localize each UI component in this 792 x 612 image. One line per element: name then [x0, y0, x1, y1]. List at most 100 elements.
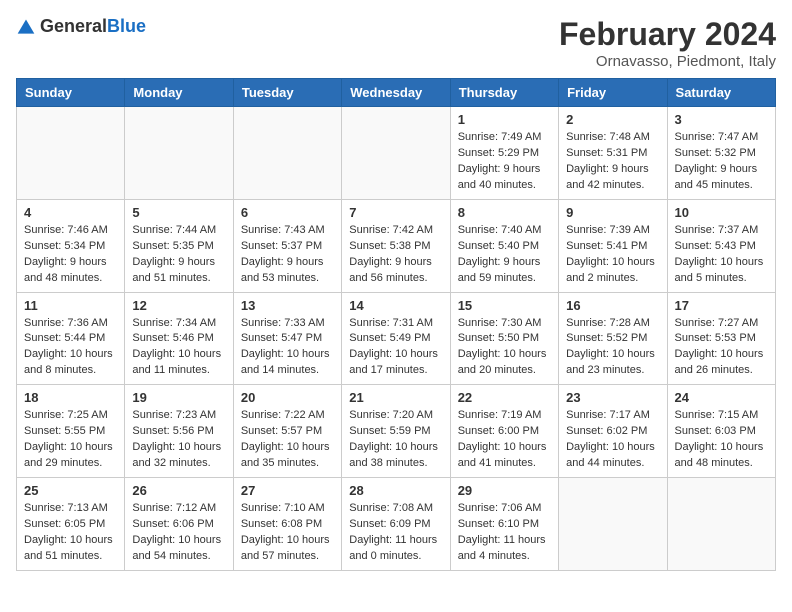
day-info: Sunrise: 7:47 AMSunset: 5:32 PMDaylight:… — [675, 130, 768, 194]
day-number: 16 — [566, 298, 659, 313]
logo-icon — [16, 17, 36, 37]
day-number: 12 — [132, 298, 225, 313]
calendar-cell: 20 Sunrise: 7:22 AMSunset: 5:57 PMDayligh… — [233, 385, 341, 478]
day-number: 14 — [349, 298, 442, 313]
calendar-cell: 21 Sunrise: 7:20 AMSunset: 5:59 PMDayligh… — [342, 385, 450, 478]
calendar-cell: 18 Sunrise: 7:25 AMSunset: 5:55 PMDayligh… — [17, 385, 125, 478]
day-info: Sunrise: 7:40 AMSunset: 5:40 PMDaylight:… — [458, 223, 551, 287]
day-info: Sunrise: 7:25 AMSunset: 5:55 PMDaylight:… — [24, 408, 117, 472]
calendar-cell — [17, 107, 125, 200]
day-number: 6 — [241, 205, 334, 220]
day-number: 22 — [458, 390, 551, 405]
calendar-cell — [233, 107, 341, 200]
day-info: Sunrise: 7:39 AMSunset: 5:41 PMDaylight:… — [566, 223, 659, 287]
day-info: Sunrise: 7:20 AMSunset: 5:59 PMDaylight:… — [349, 408, 442, 472]
calendar-cell: 22 Sunrise: 7:19 AMSunset: 6:00 PMDayligh… — [450, 385, 558, 478]
day-info: Sunrise: 7:22 AMSunset: 5:57 PMDaylight:… — [241, 408, 334, 472]
calendar-cell: 9 Sunrise: 7:39 AMSunset: 5:41 PMDaylight… — [559, 199, 667, 292]
day-info: Sunrise: 7:42 AMSunset: 5:38 PMDaylight:… — [349, 223, 442, 287]
day-info: Sunrise: 7:49 AMSunset: 5:29 PMDaylight:… — [458, 130, 551, 194]
weekday-header: Wednesday — [342, 79, 450, 107]
weekday-header-row: SundayMondayTuesdayWednesdayThursdayFrid… — [17, 79, 776, 107]
calendar-cell: 28 Sunrise: 7:08 AMSunset: 6:09 PMDayligh… — [342, 478, 450, 571]
day-number: 18 — [24, 390, 117, 405]
day-info: Sunrise: 7:34 AMSunset: 5:46 PMDaylight:… — [132, 316, 225, 380]
day-number: 3 — [675, 112, 768, 127]
calendar-cell: 24 Sunrise: 7:15 AMSunset: 6:03 PMDayligh… — [667, 385, 775, 478]
weekday-header: Friday — [559, 79, 667, 107]
calendar-week-row: 4 Sunrise: 7:46 AMSunset: 5:34 PMDaylight… — [17, 199, 776, 292]
day-number: 1 — [458, 112, 551, 127]
day-info: Sunrise: 7:48 AMSunset: 5:31 PMDaylight:… — [566, 130, 659, 194]
calendar-week-row: 18 Sunrise: 7:25 AMSunset: 5:55 PMDayligh… — [17, 385, 776, 478]
day-info: Sunrise: 7:27 AMSunset: 5:53 PMDaylight:… — [675, 316, 768, 380]
calendar-cell: 6 Sunrise: 7:43 AMSunset: 5:37 PMDaylight… — [233, 199, 341, 292]
day-info: Sunrise: 7:46 AMSunset: 5:34 PMDaylight:… — [24, 223, 117, 287]
calendar-cell: 7 Sunrise: 7:42 AMSunset: 5:38 PMDaylight… — [342, 199, 450, 292]
day-info: Sunrise: 7:28 AMSunset: 5:52 PMDaylight:… — [566, 316, 659, 380]
location: Ornavasso, Piedmont, Italy — [559, 53, 776, 70]
calendar-cell — [125, 107, 233, 200]
calendar-cell: 15 Sunrise: 7:30 AMSunset: 5:50 PMDayligh… — [450, 292, 558, 385]
day-info: Sunrise: 7:19 AMSunset: 6:00 PMDaylight:… — [458, 408, 551, 472]
day-info: Sunrise: 7:44 AMSunset: 5:35 PMDaylight:… — [132, 223, 225, 287]
day-number: 20 — [241, 390, 334, 405]
day-number: 25 — [24, 483, 117, 498]
day-info: Sunrise: 7:37 AMSunset: 5:43 PMDaylight:… — [675, 223, 768, 287]
day-number: 27 — [241, 483, 334, 498]
day-number: 11 — [24, 298, 117, 313]
day-number: 26 — [132, 483, 225, 498]
day-number: 8 — [458, 205, 551, 220]
day-number: 17 — [675, 298, 768, 313]
calendar-cell — [667, 478, 775, 571]
calendar-cell: 26 Sunrise: 7:12 AMSunset: 6:06 PMDayligh… — [125, 478, 233, 571]
calendar-week-row: 1 Sunrise: 7:49 AMSunset: 5:29 PMDaylight… — [17, 107, 776, 200]
day-number: 29 — [458, 483, 551, 498]
calendar: SundayMondayTuesdayWednesdayThursdayFrid… — [16, 78, 776, 571]
day-number: 24 — [675, 390, 768, 405]
calendar-cell: 13Sunrise: 7:33 AMSunset: 5:47 PMDayligh… — [233, 292, 341, 385]
day-number: 15 — [458, 298, 551, 313]
day-info: Sunrise: 7:23 AMSunset: 5:56 PMDaylight:… — [132, 408, 225, 472]
calendar-cell: 10 Sunrise: 7:37 AMSunset: 5:43 PMDayligh… — [667, 199, 775, 292]
weekday-header: Monday — [125, 79, 233, 107]
day-number: 5 — [132, 205, 225, 220]
calendar-cell: 14 Sunrise: 7:31 AMSunset: 5:49 PMDayligh… — [342, 292, 450, 385]
calendar-cell: 27 Sunrise: 7:10 AMSunset: 6:08 PMDayligh… — [233, 478, 341, 571]
calendar-cell: 5 Sunrise: 7:44 AMSunset: 5:35 PMDaylight… — [125, 199, 233, 292]
calendar-cell: 11 Sunrise: 7:36 AMSunset: 5:44 PMDayligh… — [17, 292, 125, 385]
day-number: 13 — [241, 298, 334, 313]
weekday-header: Sunday — [17, 79, 125, 107]
calendar-cell: 8 Sunrise: 7:40 AMSunset: 5:40 PMDaylight… — [450, 199, 558, 292]
calendar-cell: 1 Sunrise: 7:49 AMSunset: 5:29 PMDaylight… — [450, 107, 558, 200]
day-number: 19 — [132, 390, 225, 405]
calendar-cell: 16 Sunrise: 7:28 AMSunset: 5:52 PMDayligh… — [559, 292, 667, 385]
day-number: 23 — [566, 390, 659, 405]
calendar-cell: 2 Sunrise: 7:48 AMSunset: 5:31 PMDaylight… — [559, 107, 667, 200]
day-info: Sunrise: 7:43 AMSunset: 5:37 PMDaylight:… — [241, 223, 334, 287]
day-number: 28 — [349, 483, 442, 498]
calendar-cell — [342, 107, 450, 200]
day-info: Sunrise: 7:36 AMSunset: 5:44 PMDaylight:… — [24, 316, 117, 380]
day-number: 7 — [349, 205, 442, 220]
day-number: 4 — [24, 205, 117, 220]
weekday-header: Thursday — [450, 79, 558, 107]
calendar-cell — [559, 478, 667, 571]
day-info: Sunrise: 7:15 AMSunset: 6:03 PMDaylight:… — [675, 408, 768, 472]
day-info: Sunrise: 7:10 AMSunset: 6:08 PMDaylight:… — [241, 501, 334, 565]
day-info: Sunrise: 7:17 AMSunset: 6:02 PMDaylight:… — [566, 408, 659, 472]
calendar-cell: 29 Sunrise: 7:06 AMSunset: 6:10 PMDayligh… — [450, 478, 558, 571]
day-info: Sunrise: 7:12 AMSunset: 6:06 PMDaylight:… — [132, 501, 225, 565]
calendar-cell: 4 Sunrise: 7:46 AMSunset: 5:34 PMDaylight… — [17, 199, 125, 292]
day-info: Sunrise: 7:06 AMSunset: 6:10 PMDaylight:… — [458, 501, 551, 565]
day-number: 21 — [349, 390, 442, 405]
calendar-week-row: 11 Sunrise: 7:36 AMSunset: 5:44 PMDayligh… — [17, 292, 776, 385]
day-number: 10 — [675, 205, 768, 220]
day-info: Sunrise: 7:08 AMSunset: 6:09 PMDaylight:… — [349, 501, 442, 565]
day-number: 2 — [566, 112, 659, 127]
day-info: Sunrise: 7:31 AMSunset: 5:49 PMDaylight:… — [349, 316, 442, 380]
day-number: 9 — [566, 205, 659, 220]
calendar-cell: 17 Sunrise: 7:27 AMSunset: 5:53 PMDayligh… — [667, 292, 775, 385]
title-area: February 2024 Ornavasso, Piedmont, Italy — [559, 16, 776, 70]
day-info: Sunrise: 7:30 AMSunset: 5:50 PMDaylight:… — [458, 316, 551, 380]
